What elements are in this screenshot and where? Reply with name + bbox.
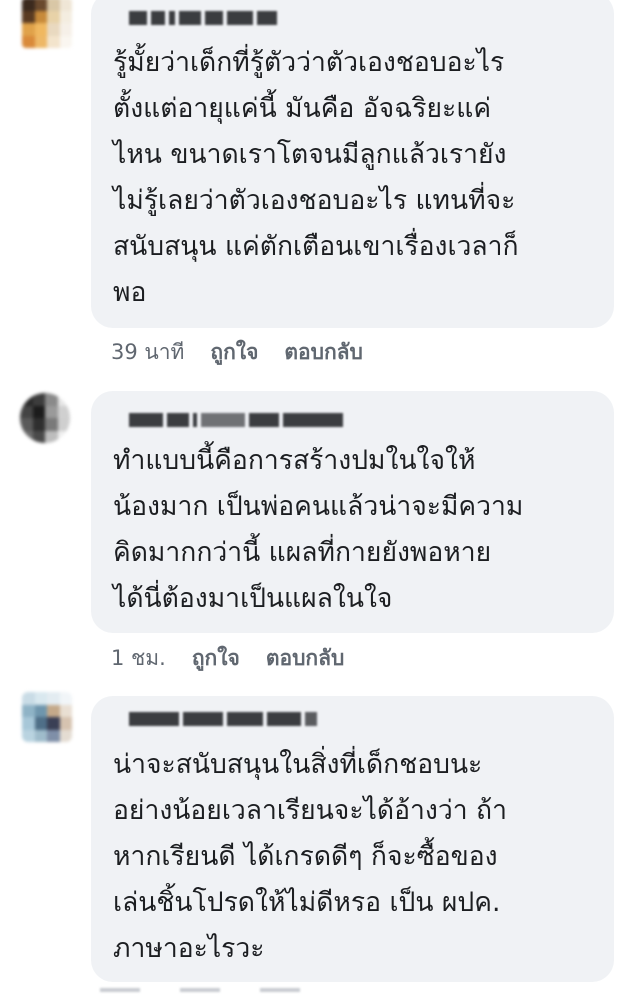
- comment-actions: 1 ชม. ถูกใจ ตอบกลับ: [111, 642, 344, 675]
- comment-time[interactable]: 39 นาที: [111, 336, 184, 369]
- avatar[interactable]: [22, 692, 72, 742]
- author-name-redacted[interactable]: [129, 10, 277, 26]
- avatar[interactable]: [22, 0, 72, 48]
- comment-text: ทำแบบนี้คือการสร้างปมในใจให้ น้องมาก เป็…: [113, 445, 524, 614]
- comment-text: รู้มั้ยว่าเด็กที่รู้ตัวว่าตัวเองชอบอะไร …: [113, 47, 519, 308]
- comment-bubble: รู้มั้ยว่าเด็กที่รู้ตัวว่าตัวเองชอบอะไร …: [91, 0, 614, 328]
- comment-actions: 39 นาที ถูกใจ ตอบกลับ: [111, 336, 363, 369]
- comment-bubble: ทำแบบนี้คือการสร้างปมในใจให้ น้องมาก เป็…: [91, 391, 614, 633]
- comment-time[interactable]: 1 ชม.: [111, 642, 166, 675]
- reply-button[interactable]: ตอบกลับ: [266, 642, 345, 675]
- reply-button[interactable]: ตอบกลับ: [284, 336, 363, 369]
- comment-text: น่าจะสนับสนุนในสิ่งที่เด็กชอบนะ อย่างน้อ…: [113, 749, 507, 964]
- like-button[interactable]: ถูกใจ: [210, 336, 258, 369]
- like-button[interactable]: ถูกใจ: [192, 642, 240, 675]
- avatar[interactable]: [20, 393, 70, 443]
- next-comment-actions-partial: [100, 988, 400, 995]
- author-name-redacted[interactable]: [129, 711, 317, 727]
- author-name-redacted[interactable]: [129, 412, 343, 428]
- comment-bubble: น่าจะสนับสนุนในสิ่งที่เด็กชอบนะ อย่างน้อ…: [91, 696, 614, 982]
